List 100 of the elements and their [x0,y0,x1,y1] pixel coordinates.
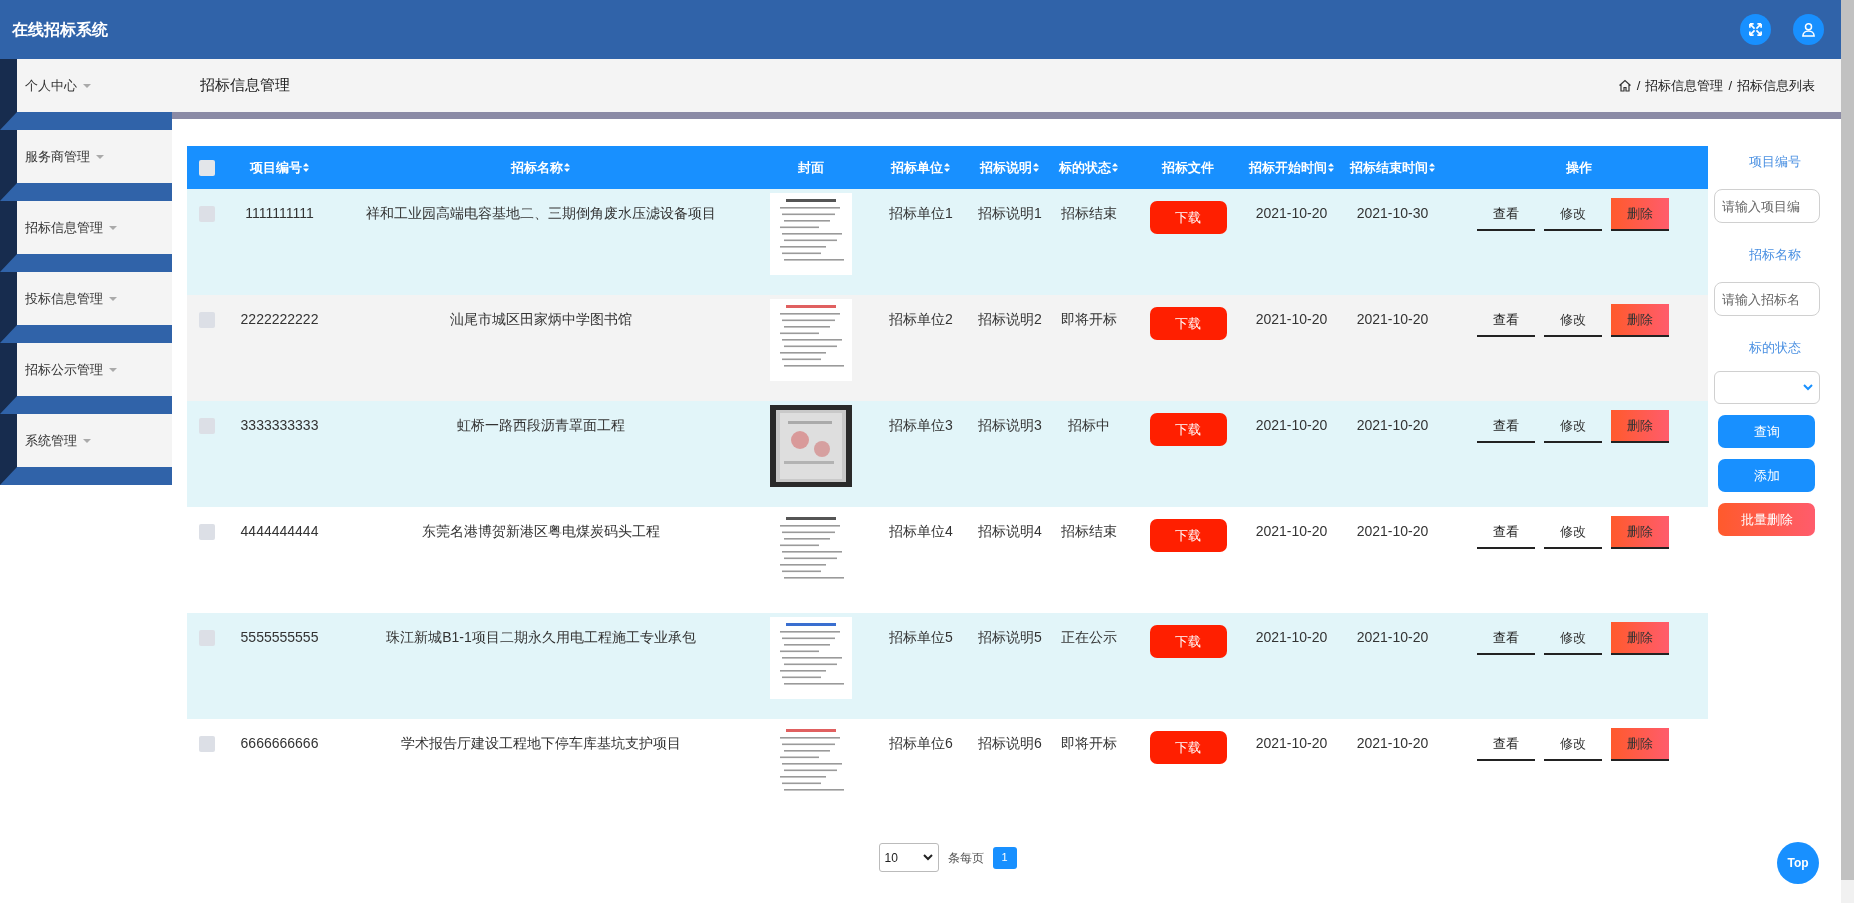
table-row[interactable]: 2222222222 汕尾市城区田家炳中学图书馆 招标单位2 招标说明2 即将开标 下载 2021-10-20 2021-10-20 查看 修改 删除 [187,295,1708,401]
chevron-down-icon [922,854,933,861]
delete-button[interactable]: 删除 [1611,410,1669,443]
table-cell-text: 招标结束 [1061,522,1117,541]
sort-icon [301,162,310,173]
band-corner-drawing [0,325,17,343]
table-cell-text: 2021-10-20 [1255,204,1328,223]
delete-button[interactable]: 删除 [1611,622,1669,655]
checkbox[interactable] [199,736,215,752]
caret-icon [109,367,117,372]
table-cell-text: 2021-10-20 [1255,310,1328,329]
table-cell-text: 即将开标 [1061,734,1117,753]
edit-button[interactable]: 修改 [1544,622,1602,655]
edit-button[interactable]: 修改 [1544,516,1602,549]
table-cell-text: 2021-10-20 [1356,628,1429,647]
sidebar-item[interactable]: 招标信息管理 [0,201,172,254]
view-button[interactable]: 查看 [1477,304,1535,337]
edit-button[interactable]: 修改 [1544,728,1602,761]
table-row[interactable]: 3333333333 虹桥一路西段沥青罩面工程 招标单位3 招标说明3 招标中 下载 2021-10-20 2021-10-20 查看 修改 删除 [187,401,1708,507]
view-button[interactable]: 查看 [1477,728,1535,761]
sidebar-item[interactable]: 个人中心 [0,59,172,112]
home-icon [1617,79,1632,92]
band-corner-drawing [0,396,17,414]
table-cell-text: 2021-10-30 [1356,204,1429,223]
download-button[interactable]: 下载 [1149,307,1227,340]
table-cell-text: 招标单位3 [889,416,953,435]
edit-button[interactable]: 修改 [1544,198,1602,231]
view-button[interactable]: 查看 [1477,198,1535,231]
sort-icon [563,162,571,173]
delete-button[interactable]: 删除 [1611,198,1669,231]
table-cell-text: 学术报告厅建设工程地下停车库基坑支护项目 [401,734,681,753]
delete-button[interactable]: 删除 [1611,304,1669,337]
table-cell-text: 招标说明5 [978,628,1042,647]
edit-button[interactable]: 修改 [1544,410,1602,443]
sidebar-item[interactable]: 系统管理 [0,414,172,467]
caret-icon [83,438,91,443]
download-button[interactable]: 下载 [1149,519,1227,552]
sort-icon [1032,162,1040,173]
table-cell-text: 招标说明3 [978,416,1042,435]
caret-icon [109,225,117,230]
band-corner-drawing [0,254,17,272]
edit-button[interactable]: 修改 [1544,304,1602,337]
dropdown[interactable] [1714,371,1820,404]
breadcrumb-link[interactable]: 招标信息列表 [1737,75,1815,96]
table-cell-text: 4444444444 [240,522,319,541]
delete-button[interactable]: 删除 [1611,516,1669,549]
page-size-select[interactable]: 10 [878,843,939,872]
delete-button[interactable]: 删除 [1611,728,1669,761]
view-button[interactable]: 查看 [1477,622,1535,655]
user-button[interactable] [1793,14,1824,45]
breadcrumb-separator: / [1636,76,1641,95]
sort-icon [1111,162,1119,173]
field-label: 标的状态 [1747,339,1802,357]
table-cell-text: 2021-10-20 [1356,310,1429,329]
band-corner-drawing [0,112,17,130]
table-row[interactable]: 1111111111 祥和工业园高端电容基地二、三期倒角废水压滤设备项目 招标单位1 招标说明1 招标结束 下载 2021-10-20 2021-10-30 查看 修改 删除 [187,189,1708,295]
download-button[interactable]: 下载 [1149,731,1227,764]
sidebar-item[interactable]: 招标公示管理 [0,343,172,396]
input-field[interactable]: 请输入招标名 [1714,282,1820,316]
table-cell-text: 3333333333 [240,416,319,435]
chevron-down-icon [1803,384,1813,391]
table-cell-text: 5555555555 [240,628,319,647]
table-cell-text: 1111111111 [245,204,314,223]
sort-icon [1326,162,1335,173]
table-cell-text: 招标结束 [1061,204,1117,223]
field-label: 招标名称 [1747,246,1802,264]
table-cell-text: 2222222222 [240,310,319,329]
table-cell-text: 即将开标 [1061,310,1117,329]
table-cell-text: 珠江新城B1-1项目二期永久用电工程施工专业承包 [386,628,696,647]
caret-icon [96,154,104,159]
table-cell-text: 招标单位6 [889,734,953,753]
download-button[interactable]: 下载 [1149,201,1227,234]
table-cell-text: 祥和工业园高端电容基地二、三期倒角废水压滤设备项目 [366,204,716,223]
table-cell-text: 招标中 [1068,416,1110,435]
view-button[interactable]: 查看 [1477,516,1535,549]
input-field[interactable]: 请输入项目编 [1714,189,1820,223]
table-cell-text: 招标单位2 [889,310,953,329]
checkbox[interactable] [199,524,215,540]
checkbox[interactable] [199,159,215,176]
table-cell-text: 汕尾市城区田家炳中学图书馆 [450,310,632,329]
field-label: 项目编号 [1747,153,1802,171]
table-row[interactable]: 5555555555 珠江新城B1-1项目二期永久用电工程施工专业承包 招标单位5 招标说明5 正在公示 下载 2021-10-20 2021-10-20 查看 修改 删除 [187,613,1708,719]
download-button[interactable]: 下载 [1149,413,1227,446]
sort-icon [1427,162,1436,173]
table-cell-text: 招标单位1 [889,204,953,223]
sidebar-item[interactable]: 服务商管理 [0,130,172,183]
table-cell-text: 招标说明4 [978,522,1042,541]
view-button[interactable]: 查看 [1477,410,1535,443]
table-cell-text: 2021-10-20 [1255,522,1328,541]
table-cell-text: 2021-10-20 [1255,734,1328,753]
table-cell-text: 虹桥一路西段沥青罩面工程 [457,416,625,435]
breadcrumb-link[interactable]: 招标信息管理 [1645,75,1724,96]
table-cell-text: 6666666666 [240,734,319,753]
page-size-label: 条每页 [947,849,984,867]
table-cell-text: 招标说明6 [978,734,1042,753]
band-corner-drawing [0,183,17,201]
download-button[interactable]: 下载 [1149,625,1227,658]
sidebar-item[interactable]: 投标信息管理 [0,272,172,325]
fullscreen-button[interactable] [1740,14,1771,45]
table-cell-text: 2021-10-20 [1356,522,1429,541]
